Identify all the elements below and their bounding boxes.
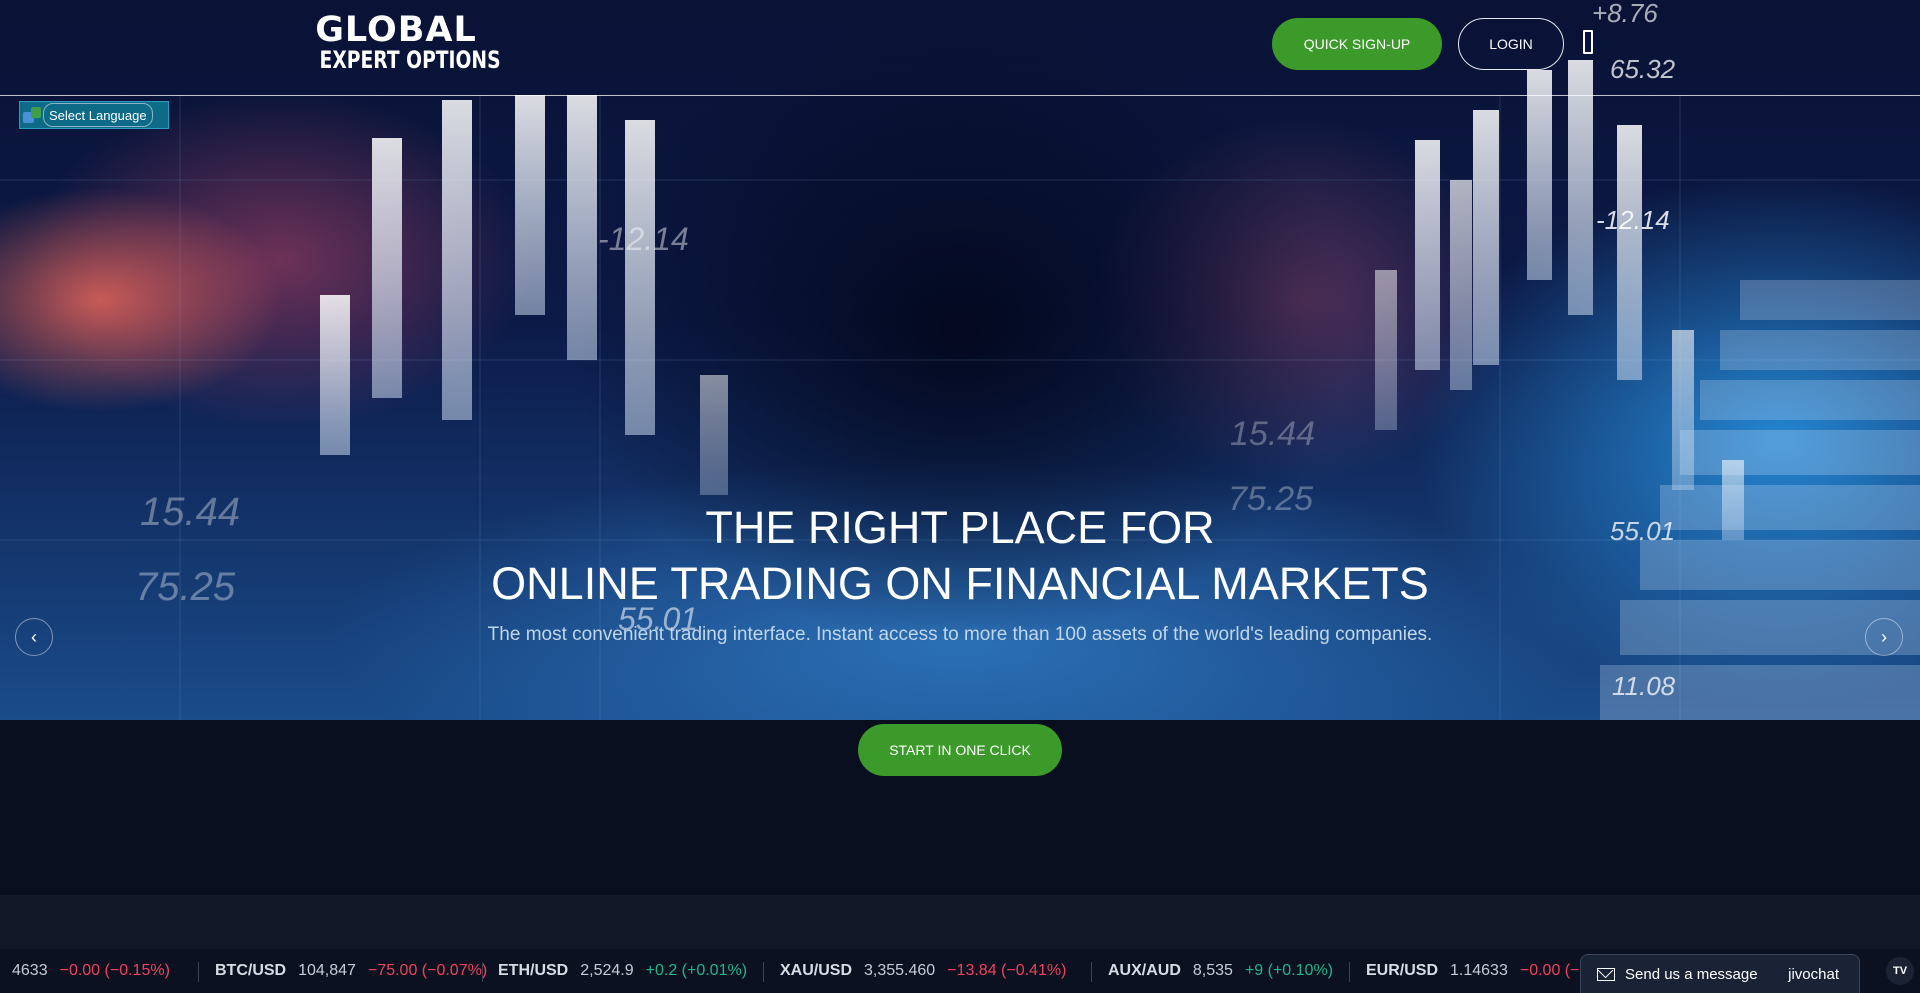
hero-background-image: -12.14 15.44 75.25 55.01 +8.76 65.32 -12… [0, 0, 1920, 720]
bg-number: -12.14 [598, 221, 689, 257]
ticker-item[interactable]: 4633 −0.00 (−0.15%) [0, 949, 170, 993]
section-divider-band [0, 895, 1920, 949]
hero-section: -12.14 15.44 75.25 55.01 +8.76 65.32 -12… [0, 0, 1920, 720]
hero-title: THE RIGHT PLACE FOR ONLINE TRADING ON FI… [460, 500, 1460, 612]
language-select-label[interactable]: Select Language [43, 103, 153, 127]
login-button[interactable]: LOGIN [1458, 18, 1564, 70]
carousel-prev-button[interactable]: ‹ [15, 618, 53, 656]
ticker-symbol: EUR/USD [1366, 962, 1439, 979]
ticker-separator [482, 962, 483, 982]
hero-title-line-2: ONLINE TRADING ON FINANCIAL MARKETS [491, 558, 1429, 609]
jivochat-logo: jivochat [1788, 965, 1839, 983]
ticker-item[interactable]: BTC/USD 104,847 −75.00 (−0.07%) [215, 949, 487, 993]
logo-line-1: GLOBAL [315, 10, 477, 50]
carousel-next-button[interactable]: › [1865, 618, 1903, 656]
bg-number: 55.01 [1610, 516, 1675, 546]
site-logo[interactable]: GLOBAL EXPERT OPTIONS [298, 10, 501, 74]
ticker-item[interactable]: XAU/USD 3,355.460 −13.84 (−0.41%) [780, 949, 1066, 993]
ticker-change: −13.84 (−0.41%) [947, 962, 1067, 979]
ticker-change: −75.00 (−0.07%) [367, 962, 488, 979]
ticker-separator [763, 962, 764, 982]
hero-subtitle: The most convenient trading interface. I… [487, 624, 1433, 645]
ticker-symbol: XAU/USD [780, 962, 853, 979]
ticker-separator [198, 962, 199, 982]
chat-widget-button[interactable]: Send us a message jivochat [1580, 954, 1860, 993]
tradingview-logo[interactable]: TV [1886, 957, 1914, 985]
mail-icon [1597, 967, 1615, 981]
ticker-price: 8,535 [1192, 962, 1233, 979]
ticker-item[interactable]: EUR/USD 1.14633 −0.00 (− [1366, 949, 1579, 993]
hero-title-line-1: THE RIGHT PLACE FOR [705, 502, 1215, 553]
bg-number: 15.44 [140, 490, 240, 534]
ticker-change: +9 (+0.10%) [1244, 962, 1333, 979]
ticker-change: +0.2 (+0.01%) [645, 962, 748, 979]
bg-number: -12.14 [1596, 205, 1670, 235]
bg-number: 11.08 [1612, 671, 1676, 701]
ticker-separator [1349, 962, 1350, 982]
ticker-symbol: ETH/USD [498, 962, 569, 979]
bg-number: 75.25 [135, 565, 236, 609]
site-header: GLOBAL EXPERT OPTIONS QUICK SIGN-UP LOGI… [0, 0, 1920, 96]
bg-number: 15.44 [1230, 415, 1315, 453]
ticker-item[interactable]: AUX/AUD 8,535 +9 (+0.10%) [1108, 949, 1333, 993]
menu-icon[interactable] [1583, 30, 1593, 54]
ticker-price: 2,524.9 [580, 962, 634, 979]
ticker-price: 104,847 [298, 962, 356, 979]
ticker-price: 1.14633 [1450, 962, 1508, 979]
ticker-price: 4633 [12, 962, 48, 979]
language-selector[interactable]: Select Language [19, 101, 169, 129]
ticker-symbol: AUX/AUD [1108, 962, 1181, 979]
ticker-separator [1091, 962, 1092, 982]
google-translate-icon [23, 106, 41, 124]
chat-label: Send us a message [1625, 965, 1758, 983]
logo-line-2: EXPERT OPTIONS [319, 46, 501, 74]
ticker-change: −0.00 (−0.15%) [59, 962, 170, 979]
ticker-change: −0.00 (− [1519, 962, 1580, 979]
start-in-one-click-button[interactable]: START IN ONE CLICK [858, 724, 1062, 776]
ticker-price: 3,355.460 [864, 962, 936, 979]
quick-signup-button[interactable]: QUICK SIGN-UP [1272, 18, 1442, 70]
ticker-symbol: BTC/USD [215, 962, 287, 979]
ticker-item[interactable]: ETH/USD 2,524.9 +0.2 (+0.01%) [498, 949, 747, 993]
